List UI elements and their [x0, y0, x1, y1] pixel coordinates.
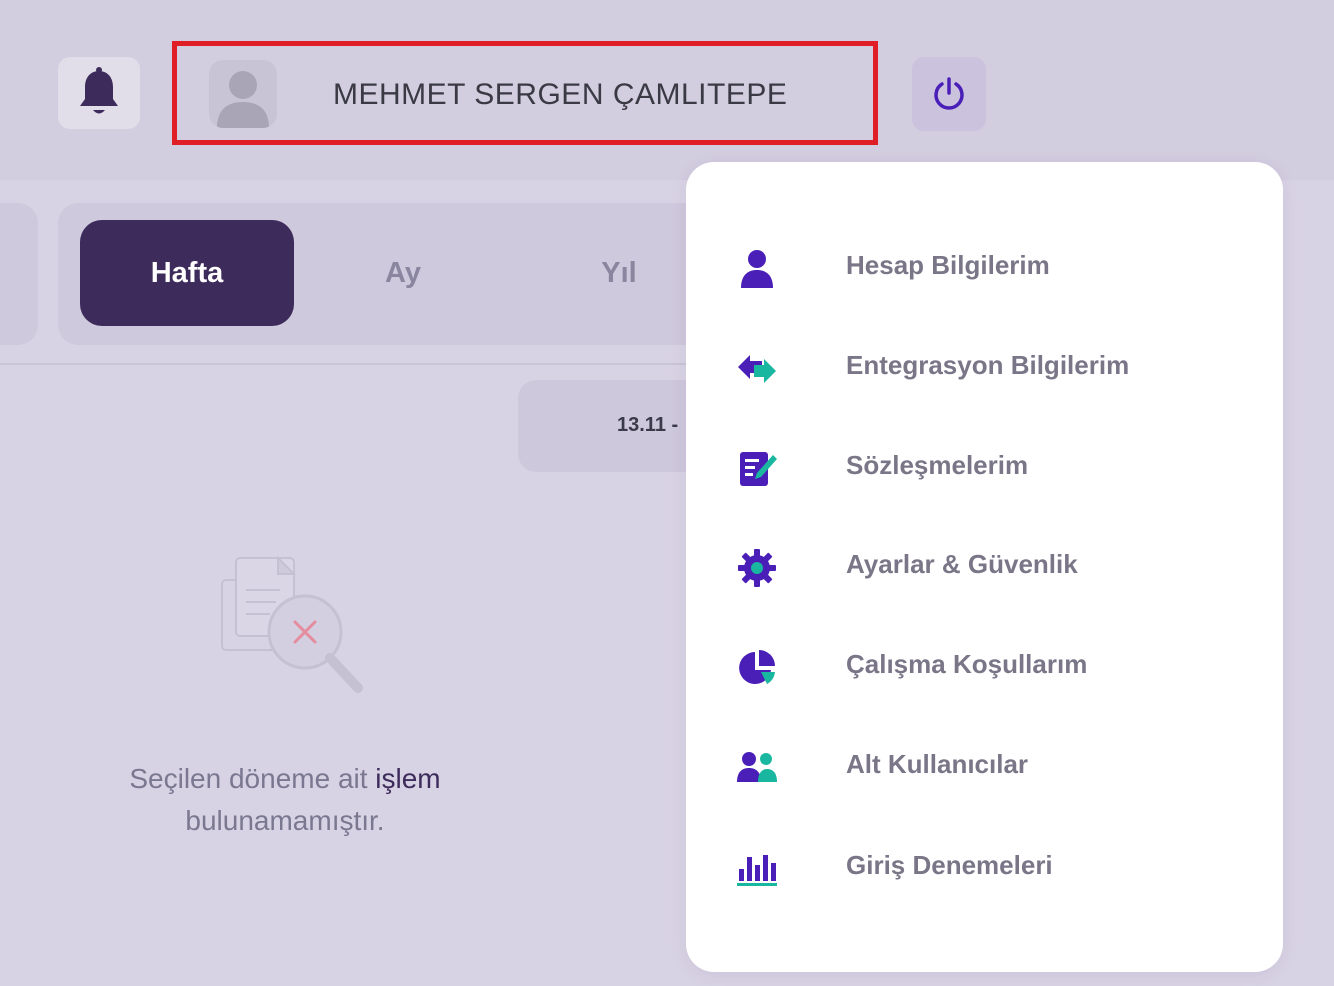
notification-button[interactable]: [58, 57, 140, 129]
section-divider: [0, 363, 700, 365]
user-name: MEHMET SERGEN ÇAMLITEPE: [333, 78, 788, 111]
tab-hafta[interactable]: Hafta: [80, 220, 294, 326]
empty-msg-part1: Seçilen döneme ait: [129, 763, 376, 794]
period-tab-bar: Hafta Ay Yıl: [58, 203, 718, 345]
menu-item-ayarlar-guvenlik[interactable]: Ayarlar & Güvenlik: [686, 525, 1283, 605]
users-icon: [734, 745, 780, 791]
menu-item-sozlesmelerim[interactable]: Sözleşmelerim: [686, 426, 1283, 506]
user-avatar-icon: [209, 60, 277, 128]
user-profile-button[interactable]: MEHMET SERGEN ÇAMLITEPE: [172, 41, 878, 145]
menu-item-hesap-bilgilerim[interactable]: Hesap Bilgilerim: [686, 226, 1283, 306]
exchange-icon: [734, 346, 780, 392]
contract-edit-icon: [734, 446, 780, 492]
gear-icon: [734, 545, 780, 591]
power-icon: [934, 77, 964, 110]
menu-item-alt-kullanicilar[interactable]: Alt Kullanıcılar: [686, 725, 1283, 805]
user-dropdown-menu: Hesap Bilgilerim Entegrasyon Bilgilerim …: [686, 162, 1283, 972]
menu-item-giris-denemeleri[interactable]: Giriş Denemeleri: [686, 826, 1283, 906]
menu-label: Hesap Bilgilerim: [846, 250, 1050, 280]
user-icon: [734, 246, 780, 292]
date-range-text: 13.11 -: [617, 414, 679, 436]
document-search-x-icon: [210, 550, 380, 710]
logout-button[interactable]: [912, 57, 986, 131]
menu-label: Çalışma Koşullarım: [846, 649, 1088, 679]
menu-item-entegrasyon-bilgilerim[interactable]: Entegrasyon Bilgilerim: [686, 326, 1283, 406]
menu-label: Alt Kullanıcılar: [846, 749, 1029, 779]
bar-chart-icon: [734, 846, 780, 892]
menu-label: Giriş Denemeleri: [846, 850, 1053, 880]
tab-ay[interactable]: Ay: [296, 220, 510, 326]
menu-label: Ayarlar & Güvenlik: [846, 549, 1078, 579]
menu-item-calisma-kosullarim[interactable]: Çalışma Koşullarım: [686, 625, 1283, 705]
pie-chart-icon: [734, 645, 780, 691]
empty-msg-part2: bulunamamıştır.: [185, 805, 385, 836]
empty-msg-highlight: işlem: [375, 763, 441, 794]
bell-icon: [80, 67, 118, 114]
empty-state-message: Seçilen döneme ait işlem bulunamamıştır.: [90, 758, 480, 842]
menu-label: Entegrasyon Bilgilerim: [846, 350, 1130, 380]
menu-label: Sözleşmelerim: [846, 450, 1029, 480]
previous-panel-stub: [0, 203, 38, 345]
